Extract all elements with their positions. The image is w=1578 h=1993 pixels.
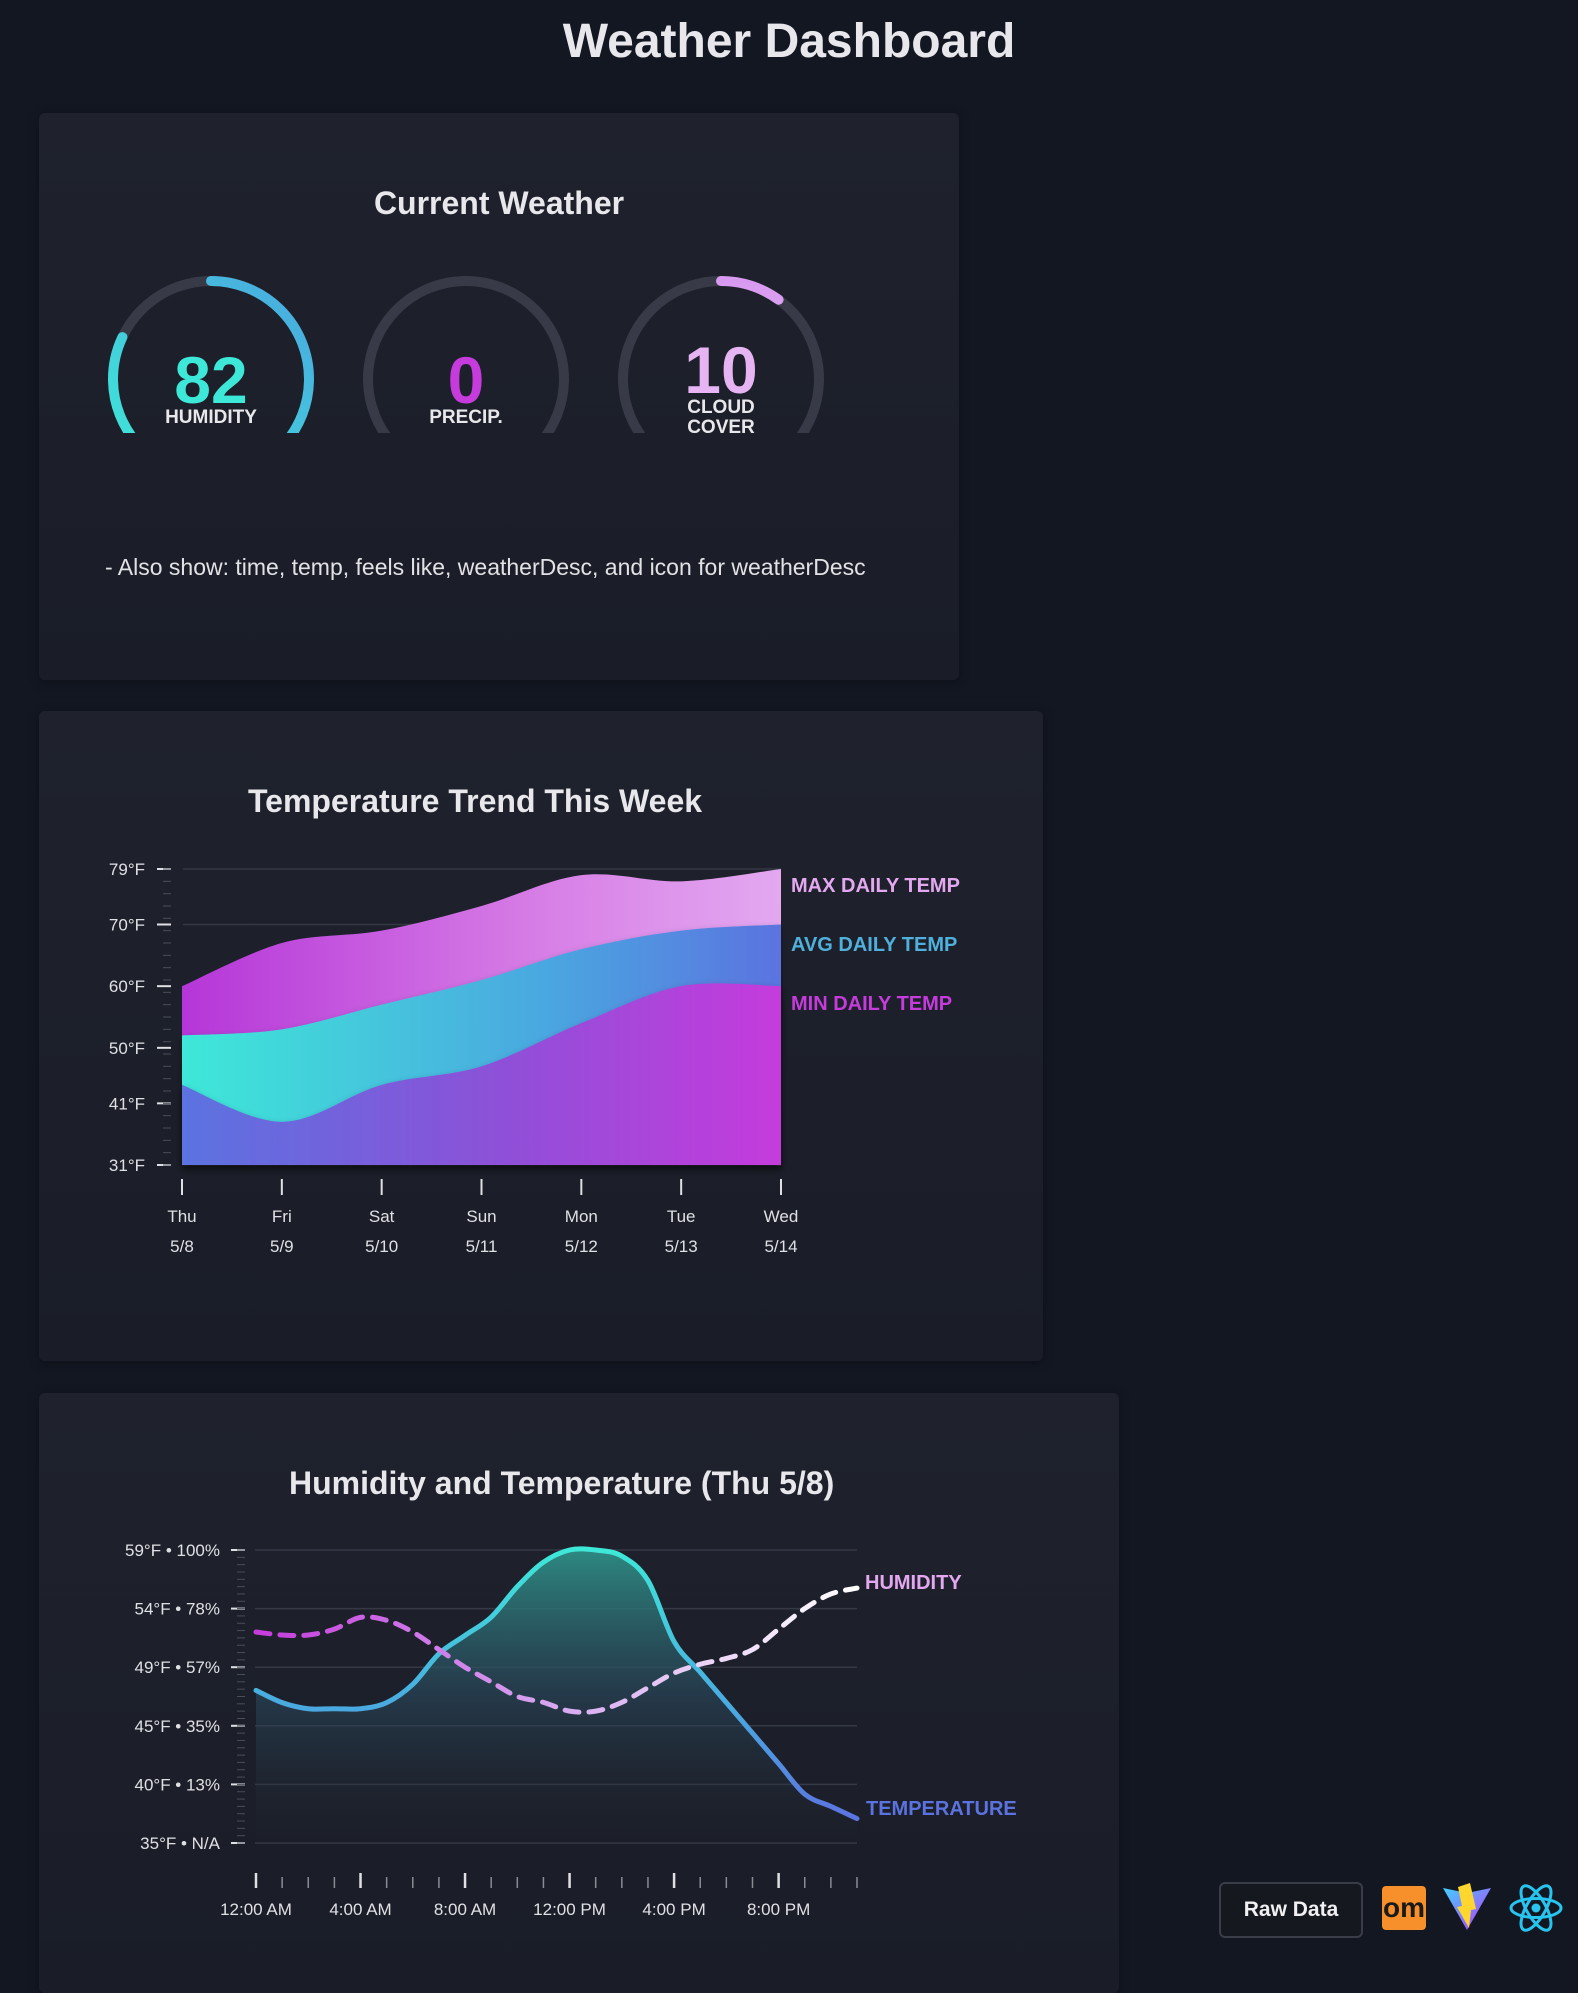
x-tick-label-day: Sun bbox=[466, 1207, 496, 1226]
y-tick-label: 40°F • 13% bbox=[134, 1775, 220, 1794]
raw-data-button[interactable]: Raw Data bbox=[1219, 1882, 1363, 1938]
legend-avg-daily-temp: AVG DAILY TEMP bbox=[791, 934, 957, 956]
x-tick-label: 4:00 AM bbox=[329, 1900, 391, 1919]
humidity-temperature-card: Humidity and Temperature (Thu 5/8) 59°F … bbox=[39, 1393, 1119, 1993]
precip-value: 0 bbox=[448, 343, 485, 417]
legend-max-daily-temp: MAX DAILY TEMP bbox=[791, 875, 960, 897]
y-tick-label: 45°F • 35% bbox=[134, 1717, 220, 1736]
y-tick-label: 49°F • 57% bbox=[134, 1658, 220, 1677]
y-tick-label: 54°F • 78% bbox=[134, 1600, 220, 1619]
precip-label: PRECIP. bbox=[429, 407, 503, 428]
y-tick-label: 41°F bbox=[109, 1094, 145, 1113]
react-logo-icon[interactable] bbox=[1508, 1880, 1564, 1936]
temperature-trend-card: Temperature Trend This Week 79°F 70°F 60°F… bbox=[39, 711, 1043, 1361]
y-tick-label: 70°F bbox=[109, 916, 145, 935]
om-logo-text: om bbox=[1383, 1892, 1425, 1923]
y-tick-label: 50°F bbox=[109, 1039, 145, 1058]
y-tick-label: 35°F • N/A bbox=[140, 1834, 220, 1853]
x-tick-label: 12:00 AM bbox=[220, 1900, 292, 1919]
page-title: Weather Dashboard bbox=[562, 15, 1016, 68]
x-tick-label-day: Wed bbox=[764, 1207, 799, 1226]
x-tick-label-date: 5/12 bbox=[565, 1237, 598, 1256]
x-tick-label: 12:00 PM bbox=[533, 1900, 606, 1919]
humidity-temperature-chart: 59°F • 100% 54°F • 78% 49°F • 57% 45°F • 35… bbox=[125, 1541, 1017, 1919]
x-tick-label-day: Mon bbox=[565, 1207, 598, 1226]
legend-temperature: TEMPERATURE bbox=[866, 1798, 1017, 1820]
humidity-gauge: 82 HUMIDITY bbox=[108, 276, 314, 433]
x-tick-label: 4:00 PM bbox=[642, 1900, 705, 1919]
x-tick-label-date: 5/13 bbox=[665, 1237, 698, 1256]
x-tick-label-day: Thu bbox=[167, 1207, 196, 1226]
y-tick-label: 59°F • 100% bbox=[125, 1541, 220, 1560]
x-tick-label-day: Tue bbox=[667, 1207, 696, 1226]
y-tick-label: 79°F bbox=[109, 860, 145, 879]
current-weather-card: Current Weather 82 HUMIDITY 0 PRECIP. 10 bbox=[39, 113, 959, 680]
humidity-label: HUMIDITY bbox=[165, 407, 257, 428]
legend-humidity: HUMIDITY bbox=[865, 1572, 962, 1594]
x-tick-label-date: 5/8 bbox=[170, 1237, 194, 1256]
temperature-area bbox=[256, 1548, 857, 1843]
om-logo-icon[interactable]: om bbox=[1382, 1886, 1426, 1930]
x-tick-label: 8:00 AM bbox=[434, 1900, 496, 1919]
x-tick-label-date: 5/14 bbox=[764, 1237, 797, 1256]
x-tick-label-date: 5/11 bbox=[466, 1237, 498, 1256]
cloud-cover-value: 10 bbox=[684, 333, 757, 407]
x-tick-label-date: 5/10 bbox=[365, 1237, 398, 1256]
legend-min-daily-temp: MIN DAILY TEMP bbox=[791, 993, 952, 1015]
cloud-cover-label-line2: COVER bbox=[687, 417, 755, 433]
cloud-cover-label-line1: CLOUD bbox=[687, 397, 755, 418]
cloud-cover-gauge: 10 CLOUD COVER bbox=[618, 276, 824, 433]
precip-gauge: 0 PRECIP. bbox=[363, 276, 569, 433]
temperature-trend-chart: 79°F 70°F 60°F 50°F 41°F 31°F Thu 5/8 Fri 5/9 Sat… bbox=[109, 860, 960, 1256]
vite-logo-icon[interactable] bbox=[1440, 1880, 1494, 1934]
current-weather-note: - Also show: time, temp, feels like, wea… bbox=[105, 554, 866, 580]
y-tick-label: 31°F bbox=[109, 1156, 145, 1175]
x-tick-label: 8:00 PM bbox=[747, 1900, 810, 1919]
x-tick-label-date: 5/9 bbox=[270, 1237, 294, 1256]
humidity-value: 82 bbox=[174, 343, 247, 417]
y-tick-label: 60°F bbox=[109, 977, 145, 996]
x-tick-label-day: Sat bbox=[369, 1207, 395, 1226]
gauges: 82 HUMIDITY 0 PRECIP. 10 CLOUD COVER bbox=[108, 276, 824, 433]
x-tick-label-day: Fri bbox=[272, 1207, 292, 1226]
